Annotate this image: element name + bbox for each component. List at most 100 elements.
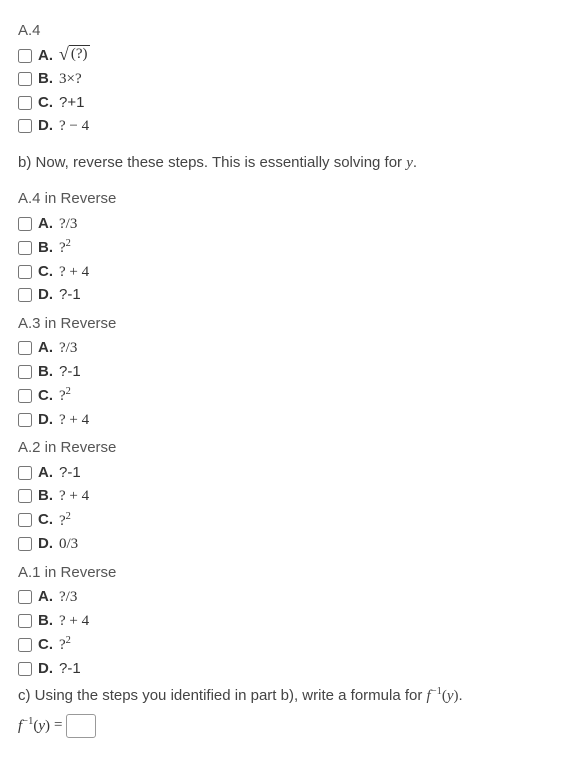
option-checkbox[interactable]: [18, 365, 32, 379]
option-text: ? − 4: [59, 115, 89, 138]
option-text: ?-1: [59, 284, 81, 307]
option-checkbox[interactable]: [18, 489, 32, 503]
option-letter: A.: [38, 337, 53, 360]
part-b-period: .: [413, 154, 417, 171]
part-c-inverse: −1: [431, 686, 442, 697]
option-row: D. ?-1: [18, 658, 549, 681]
part-c-text: c) Using the steps you identified in par…: [18, 684, 549, 708]
section-a3r-options: A. ?/3B.?-1C. ?2 D. ? + 4: [18, 337, 549, 431]
option-text: ? + 4: [59, 409, 89, 432]
option-text: ? + 4: [59, 485, 89, 508]
option-row: C. ?2: [18, 509, 549, 533]
formula-input[interactable]: [66, 714, 96, 738]
option-row: A.?-1: [18, 462, 549, 485]
option-checkbox[interactable]: [18, 513, 32, 527]
option-row: C. ?+1: [18, 92, 549, 115]
option-letter: A.: [38, 586, 53, 609]
option-letter: C.: [38, 261, 53, 284]
option-checkbox[interactable]: [18, 590, 32, 604]
option-text: ?/3: [59, 586, 77, 609]
section-a4r-options: A. ?/3B.?2C. ? + 4 D. ?-1: [18, 213, 549, 307]
option-row: C. ?2: [18, 633, 549, 657]
option-letter: D.: [38, 409, 53, 432]
option-checkbox[interactable]: [18, 288, 32, 302]
option-letter: B.: [38, 610, 53, 633]
section-a4-options: A. √(?) B. 3×? C. ?+1 D. ? − 4: [18, 45, 549, 138]
option-letter: A.: [38, 462, 53, 485]
option-letter: C.: [38, 385, 53, 408]
option-letter: B.: [38, 68, 53, 91]
option-row: B. ? + 4: [18, 610, 549, 633]
option-row: A. ?/3: [18, 337, 549, 360]
part-b-text: b) Now, reverse these steps. This is ess…: [18, 152, 549, 175]
formula-inverse: −1: [22, 716, 33, 727]
part-b-prefix: b) Now, reverse these steps. This is ess…: [18, 154, 406, 171]
option-checkbox[interactable]: [18, 241, 32, 255]
part-b-var: y: [406, 155, 413, 171]
part-c-period: .: [459, 687, 463, 704]
section-a4-label: A.4: [18, 20, 549, 43]
option-letter: D.: [38, 533, 53, 556]
option-letter: D.: [38, 658, 53, 681]
option-row: D. ? + 4: [18, 409, 549, 432]
option-checkbox[interactable]: [18, 389, 32, 403]
option-row: C. ? + 4: [18, 261, 549, 284]
option-text: ?/3: [59, 337, 77, 360]
option-checkbox[interactable]: [18, 614, 32, 628]
option-row: A. ?/3: [18, 213, 549, 236]
option-row: A. ?/3: [18, 586, 549, 609]
option-checkbox[interactable]: [18, 217, 32, 231]
option-text: ?/3: [59, 213, 77, 236]
formula-close: ): [45, 718, 50, 734]
option-letter: C.: [38, 92, 53, 115]
formula-row: f−1(y) =: [18, 714, 549, 738]
option-row: B.?2: [18, 236, 549, 260]
option-row: C. ?2: [18, 384, 549, 408]
option-checkbox[interactable]: [18, 662, 32, 676]
option-checkbox[interactable]: [18, 341, 32, 355]
section-a4r-label: A.4 in Reverse: [18, 188, 549, 211]
section-a2r-label: A.2 in Reverse: [18, 437, 549, 460]
option-row: B. ? + 4: [18, 485, 549, 508]
section-a3r-label: A.3 in Reverse: [18, 313, 549, 336]
option-letter: B.: [38, 485, 53, 508]
option-checkbox[interactable]: [18, 119, 32, 133]
option-checkbox[interactable]: [18, 413, 32, 427]
option-text: ? + 4: [59, 261, 89, 284]
section-a2r-options: A.?-1B. ? + 4 C. ?2D.0/3: [18, 462, 549, 556]
option-checkbox[interactable]: [18, 537, 32, 551]
option-text: ?-1: [59, 658, 81, 681]
equals-sign: =: [54, 714, 62, 737]
part-c-prefix: c) Using the steps you identified in par…: [18, 687, 427, 704]
option-text: ?2: [59, 633, 71, 657]
option-letter: C.: [38, 509, 53, 532]
option-letter: B.: [38, 237, 53, 260]
option-row: A. √(?): [18, 45, 549, 68]
option-letter: C.: [38, 634, 53, 657]
option-letter: D.: [38, 115, 53, 138]
option-text: ?+1: [59, 92, 84, 115]
option-checkbox[interactable]: [18, 638, 32, 652]
formula-arg: y: [38, 718, 45, 734]
option-checkbox[interactable]: [18, 72, 32, 86]
section-a1r-options: A. ?/3 B. ? + 4 C. ?2 D. ?-1: [18, 586, 549, 680]
option-checkbox[interactable]: [18, 466, 32, 480]
option-row: B. 3×?: [18, 68, 549, 91]
option-text: √(?): [59, 45, 90, 68]
option-text: ? + 4: [59, 610, 89, 633]
option-row: B.?-1: [18, 361, 549, 384]
option-checkbox[interactable]: [18, 265, 32, 279]
option-letter: A.: [38, 213, 53, 236]
option-letter: A.: [38, 45, 53, 68]
option-text: ?2: [59, 509, 71, 533]
option-row: D.0/3: [18, 533, 549, 556]
option-text: ?2: [59, 384, 71, 408]
option-text: 3×?: [59, 68, 82, 91]
part-c-arg: y: [447, 688, 454, 704]
option-row: D. ?-1: [18, 284, 549, 307]
option-text: ?-1: [59, 361, 81, 384]
option-row: D. ? − 4: [18, 115, 549, 138]
option-letter: D.: [38, 284, 53, 307]
option-checkbox[interactable]: [18, 49, 32, 63]
option-checkbox[interactable]: [18, 96, 32, 110]
